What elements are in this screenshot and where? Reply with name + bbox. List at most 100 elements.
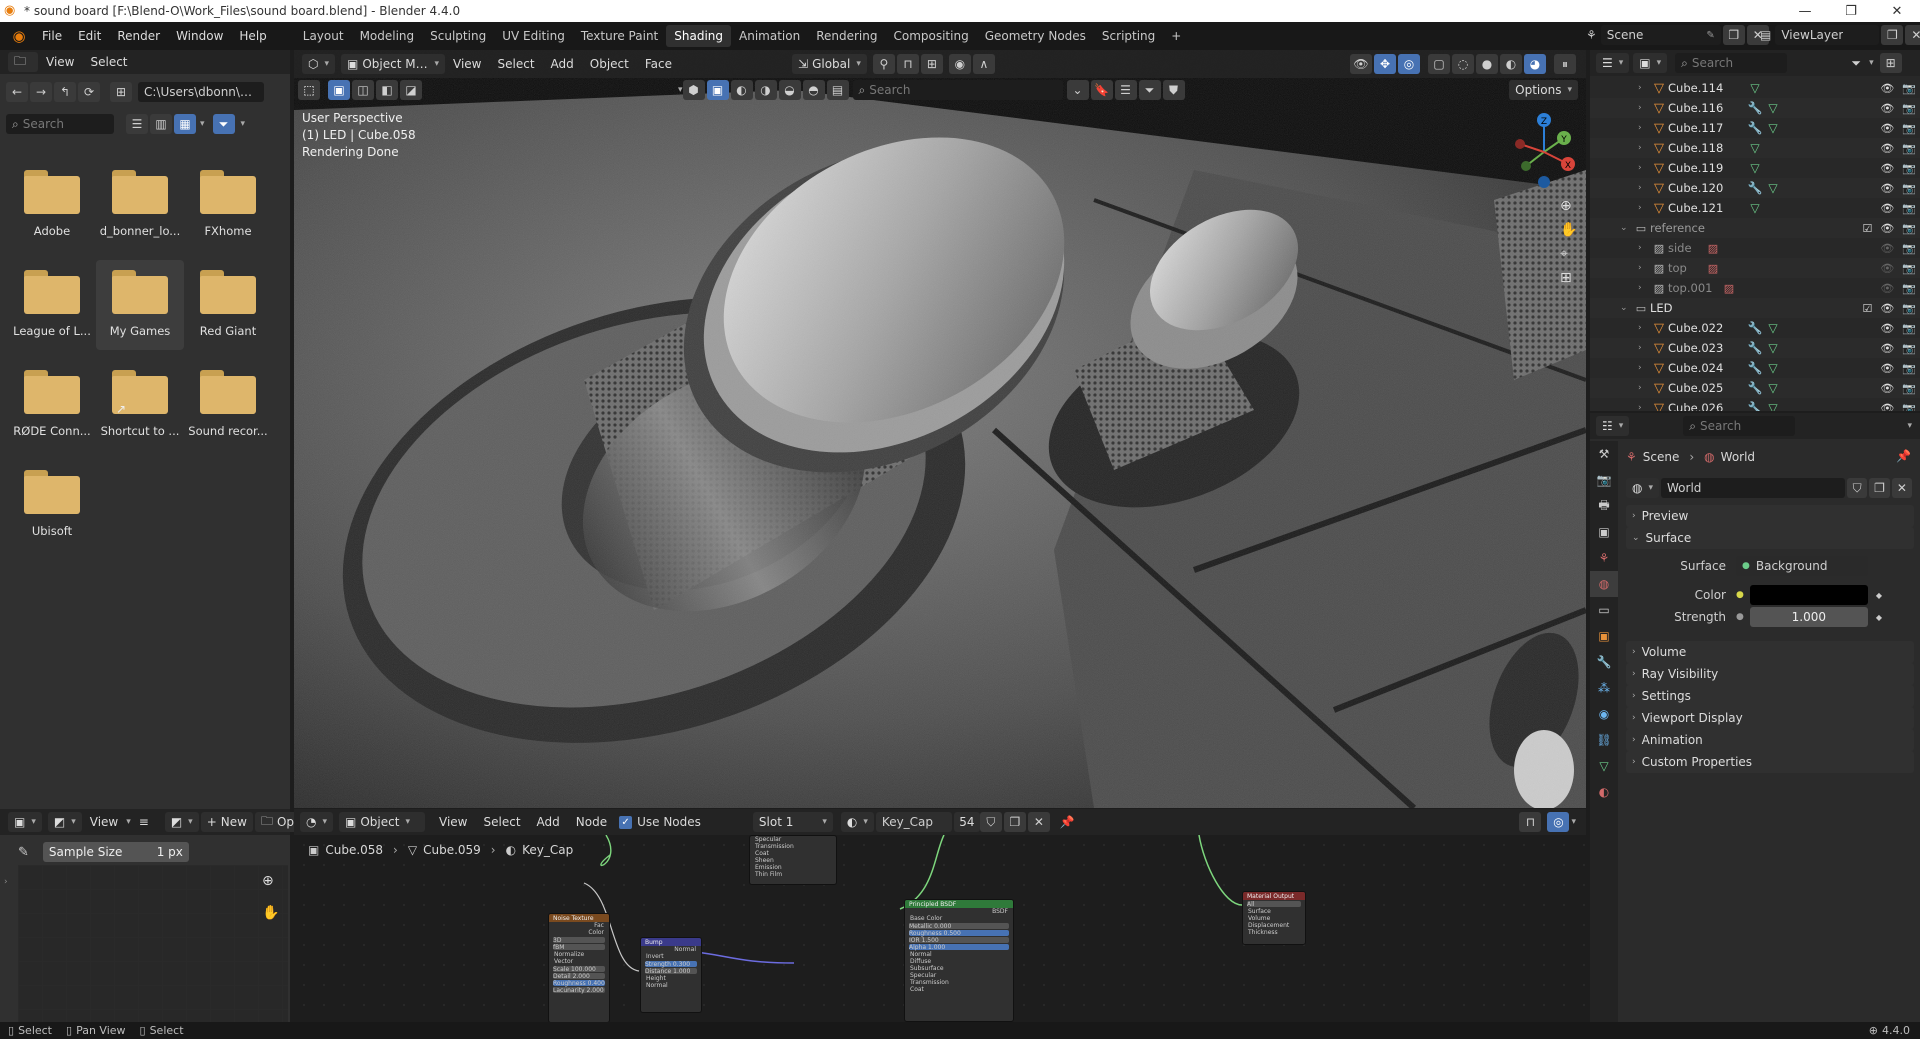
image-mode-dropdown[interactable]: ◩ ▾: [47, 812, 82, 832]
camera-icon[interactable]: 📷: [1902, 202, 1916, 215]
mesh-data-icon[interactable]: ▽: [1746, 81, 1764, 95]
wrench-modifier-icon[interactable]: 🔧: [1746, 381, 1764, 395]
eye-icon[interactable]: 👁: [1880, 342, 1894, 355]
outliner-collection-row[interactable]: ⌄ ▭ LED ☑ 👁 📷: [1590, 298, 1920, 318]
tab-geometry-nodes[interactable]: Geometry Nodes: [977, 25, 1094, 47]
node-field[interactable]: Roughness 0.500: [909, 930, 1009, 937]
tab-layout[interactable]: Layout: [295, 25, 352, 47]
eye-icon[interactable]: 👁: [1880, 162, 1894, 175]
node-noise-texture[interactable]: Noise Texture Fac Color 3D fBM Normalize…: [548, 913, 610, 1023]
maximize-button[interactable]: ❐: [1828, 0, 1874, 22]
mesh-data-icon[interactable]: ▽: [1764, 401, 1782, 411]
unlink-world-icon[interactable]: ✕: [1891, 478, 1913, 498]
eye-icon[interactable]: 👁: [1880, 402, 1894, 412]
scene-tab-icon[interactable]: ⚘: [1590, 545, 1618, 571]
folder-item[interactable]: Red Giant: [184, 260, 272, 350]
tab-scripting[interactable]: Scripting: [1094, 25, 1163, 47]
pin-icon[interactable]: 📌: [1896, 449, 1911, 463]
visibility-icon[interactable]: 👁: [1350, 54, 1372, 74]
node-snap-icon[interactable]: ⊓: [1519, 812, 1542, 832]
wrench-modifier-icon[interactable]: 🔧: [1746, 341, 1764, 355]
fake-user-shield-icon[interactable]: ⛉: [1846, 478, 1868, 498]
material-browse-dropdown[interactable]: ◐ ▾: [840, 812, 874, 832]
menu-render[interactable]: Render: [109, 25, 168, 47]
editor-type-dropdown[interactable]: ⬡ ▾: [302, 54, 336, 74]
material-users-count[interactable]: 54: [953, 812, 980, 832]
menu-file[interactable]: File: [34, 25, 70, 47]
menu-lines-icon[interactable]: ≡: [131, 811, 157, 833]
mesh-data-icon[interactable]: ▽: [1764, 341, 1782, 355]
solid-shading-icon[interactable]: ●: [1476, 54, 1498, 74]
wireframe-shading-icon[interactable]: ◌: [1452, 54, 1474, 74]
editor-type-dropdown[interactable]: ▣ ▾: [8, 812, 42, 832]
node-canvas[interactable]: ▣ Cube.058 › ▽ Cube.059 › ◐ Key_Cap Spec…: [294, 835, 1586, 1023]
mesh-data-icon[interactable]: ▽: [1764, 101, 1782, 115]
menu-edit[interactable]: Edit: [70, 25, 109, 47]
camera-icon[interactable]: 📷: [1902, 222, 1916, 235]
outliner-row[interactable]: › ▽ Cube.117 🔧 ▽ 👁 📷: [1590, 118, 1920, 138]
ne-menu-node[interactable]: Node: [568, 811, 615, 833]
outliner-row[interactable]: › ▽ Cube.118 ▽ 👁 📷: [1590, 138, 1920, 158]
mesh-data-icon[interactable]: ▽: [1746, 141, 1764, 155]
scene-field[interactable]: Scene ✎: [1600, 25, 1721, 45]
node-field[interactable]: Roughness 0.400: [553, 980, 605, 987]
section-animation[interactable]: › Animation: [1626, 729, 1914, 751]
new-collection-icon[interactable]: ⊞: [1879, 53, 1902, 73]
eye-icon[interactable]: 👁: [1880, 102, 1894, 115]
object-filter-icon[interactable]: ▣: [706, 80, 729, 100]
outliner-row[interactable]: › ▽ Cube.024 🔧 ▽ 👁 📷: [1590, 358, 1920, 378]
sample-size-field[interactable]: Sample Size 1 px: [42, 842, 189, 862]
duplicate-world-icon[interactable]: ❐: [1869, 478, 1890, 498]
image-grid-canvas[interactable]: [18, 865, 288, 1022]
outliner-row[interactable]: › ▽ Cube.116 🔧 ▽ 👁 📷: [1590, 98, 1920, 118]
mesh-data-icon[interactable]: ▽: [1746, 161, 1764, 175]
strength-field[interactable]: 1.000: [1749, 607, 1868, 627]
ne-menu-add[interactable]: Add: [529, 811, 568, 833]
outliner-row[interactable]: › ▽ Cube.023 🔧 ▽ 👁 📷: [1590, 338, 1920, 358]
menu-window[interactable]: Window: [168, 25, 231, 47]
zoom-icon[interactable]: ⊕: [1560, 198, 1577, 214]
eye-icon[interactable]: 👁: [1880, 282, 1894, 295]
outliner-row[interactable]: › ▨ side ▨ 👁 📷: [1590, 238, 1920, 258]
tab-compositing[interactable]: Compositing: [885, 25, 976, 47]
shading-filter-icon-5[interactable]: ▤: [826, 80, 849, 100]
material-name-field[interactable]: Key_Cap: [875, 812, 952, 832]
keyframe-dot-icon[interactable]: ◆: [1876, 591, 1882, 600]
camera-icon[interactable]: 📷: [1902, 162, 1916, 175]
camera-icon[interactable]: 📷: [1902, 322, 1916, 335]
camera-icon[interactable]: 📷: [1902, 282, 1916, 295]
camera-icon[interactable]: 📷: [1902, 242, 1916, 255]
ne-menu-view[interactable]: View: [431, 811, 475, 833]
section-settings[interactable]: › Settings: [1626, 685, 1914, 707]
new-scene-icon[interactable]: ❐: [1722, 25, 1745, 45]
node-overlay-icon[interactable]: ◎: [1547, 812, 1570, 832]
fb-menu-view[interactable]: View: [38, 51, 82, 73]
node-field[interactable]: Distance 1.000: [645, 968, 697, 975]
view-layer-tab-icon[interactable]: ▣: [1590, 519, 1618, 545]
eye-icon[interactable]: 👁: [1880, 322, 1894, 335]
object-mode-dropdown[interactable]: ▣Object Mode▾: [341, 54, 446, 74]
physics-tab-icon[interactable]: ◉: [1590, 701, 1618, 727]
wrench-modifier-icon[interactable]: 🔧: [1746, 101, 1764, 115]
shading-filter-icon-4[interactable]: ◓: [802, 80, 825, 100]
select-tool-icon[interactable]: ⬚: [298, 80, 320, 100]
folder-item[interactable]: ↗ Shortcut to ...: [96, 360, 184, 450]
shader-type-dropdown[interactable]: ▣ Object ▾: [339, 812, 426, 832]
bookmark-icon[interactable]: 🔖: [1090, 80, 1113, 100]
delete-viewlayer-icon[interactable]: ✕: [1905, 25, 1920, 45]
tab-shading[interactable]: Shading: [666, 25, 731, 47]
image-browse-dropdown[interactable]: ◩ ▾: [164, 812, 199, 832]
keyframe-dot-icon[interactable]: ◆: [1876, 613, 1882, 622]
ortho-grid-icon[interactable]: ⊞: [1560, 270, 1577, 286]
zoom-icon[interactable]: ⊕: [262, 873, 274, 889]
unlink-material-icon[interactable]: ✕: [1027, 812, 1050, 832]
node-field[interactable]: Lacunarity 2.000: [553, 987, 605, 994]
folder-item[interactable]: Adobe: [8, 160, 96, 250]
new-folder-icon[interactable]: ⊞: [110, 82, 132, 102]
wrench-modifier-icon[interactable]: 🔧: [1746, 361, 1764, 375]
minimize-button[interactable]: —: [1782, 0, 1828, 22]
camera-icon[interactable]: 📷: [1902, 362, 1916, 375]
eye-icon[interactable]: 👁: [1880, 382, 1894, 395]
filter-chevron-icon[interactable]: ▾: [241, 119, 246, 129]
filter-chevron-icon[interactable]: ▾: [1869, 58, 1874, 68]
